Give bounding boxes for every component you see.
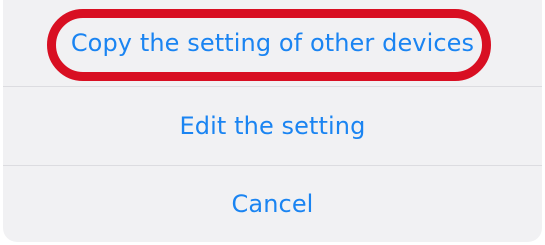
edit-settings-button[interactable]: Edit the setting bbox=[3, 86, 542, 165]
cancel-button[interactable]: Cancel bbox=[3, 166, 542, 242]
copy-settings-button[interactable]: Copy the setting of other devices bbox=[3, 0, 542, 86]
edit-settings-label: Edit the setting bbox=[179, 111, 366, 140]
cancel-label: Cancel bbox=[231, 190, 314, 218]
copy-settings-label: Copy the setting of other devices bbox=[70, 29, 475, 57]
action-sheet: Copy the setting of other devices Edit t… bbox=[3, 0, 542, 242]
